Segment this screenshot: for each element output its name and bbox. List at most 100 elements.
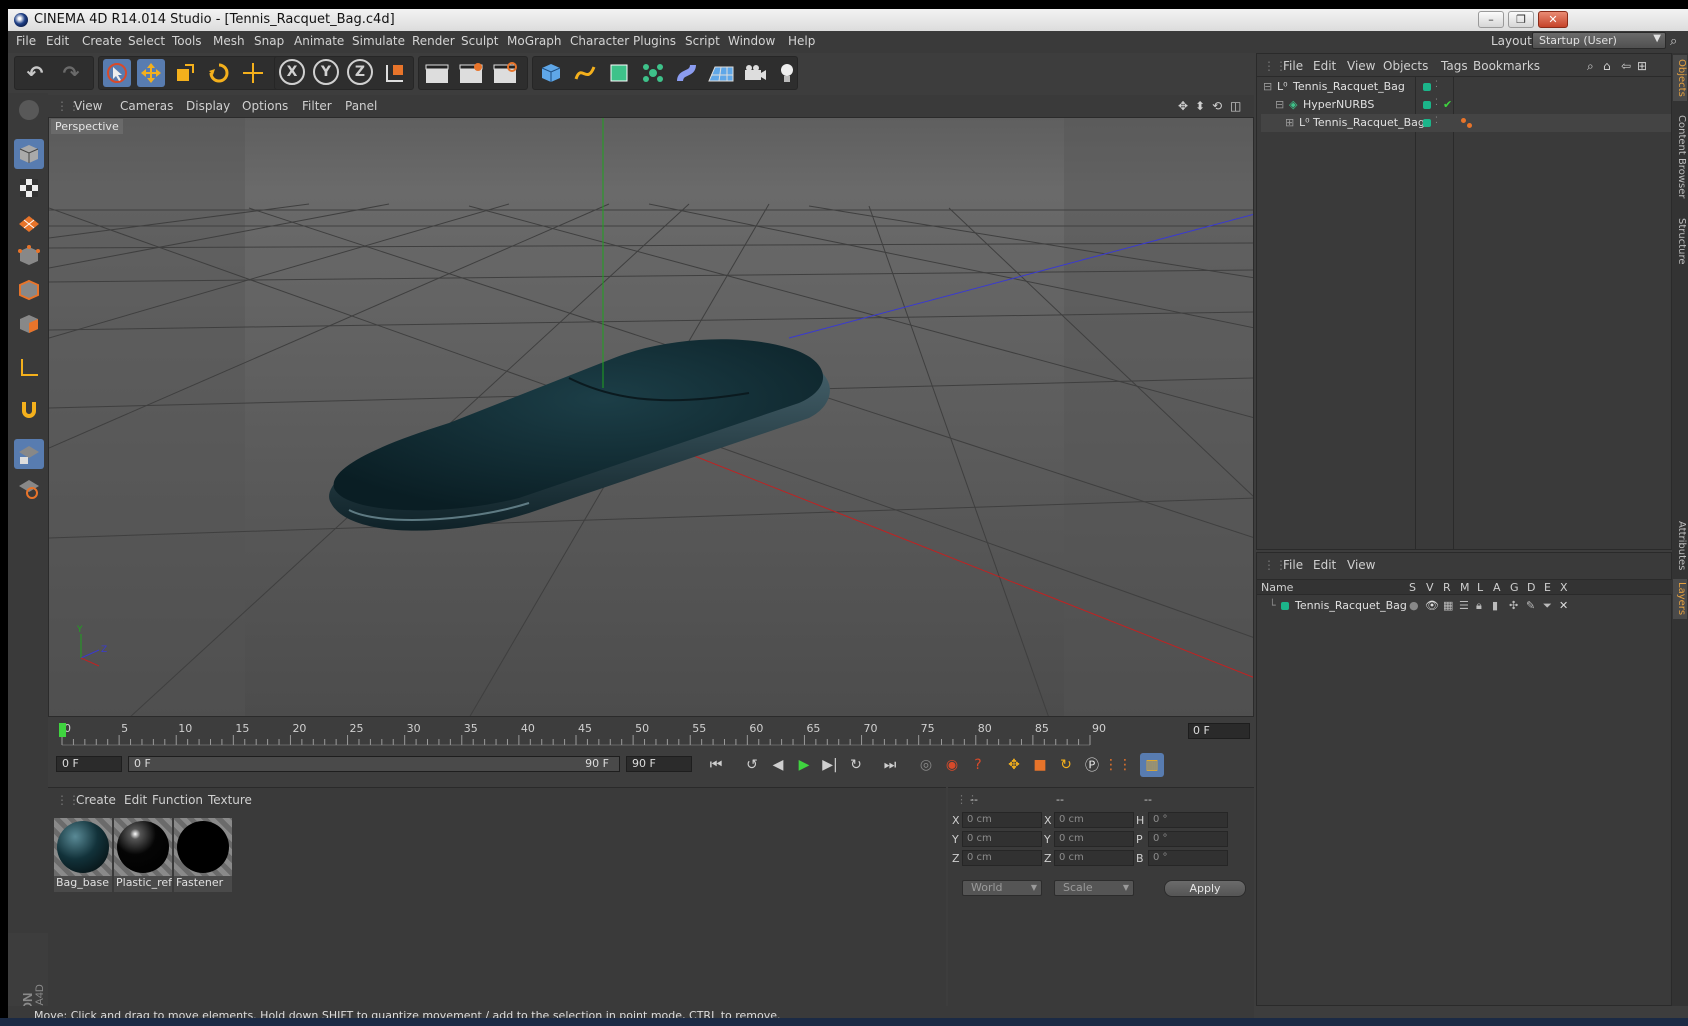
restore-button[interactable]: ❐ (1508, 11, 1534, 28)
object-menu-bookmarks[interactable]: Bookmarks (1473, 59, 1540, 73)
viewport-menu-display[interactable]: Display (186, 99, 230, 113)
go-to-start-button[interactable]: ⏮ (704, 753, 728, 777)
render-picture-viewer-button[interactable] (457, 59, 485, 87)
pos-z-field[interactable]: 0 cm (962, 850, 1042, 866)
timeline-ruler[interactable]: 0 5 10 15 20 25 30 35 40 45 50 55 60 65 70 75 80 85 90 0 F (48, 721, 1254, 749)
visibility-dots-icon[interactable]: ⁚ (1435, 116, 1438, 126)
timeline-ticks[interactable]: 0 5 10 15 20 25 30 35 40 45 50 55 60 65 70 75 80 85 90 (56, 721, 1146, 749)
close-button[interactable]: ✕ (1538, 11, 1568, 28)
snap-button[interactable] (14, 395, 44, 425)
column-locked[interactable]: L (1477, 581, 1483, 594)
keyframe-selection-help-icon[interactable]: ? (966, 753, 990, 777)
render-view-button[interactable] (423, 59, 451, 87)
material-menu-function[interactable]: Function (152, 793, 203, 807)
object-row-bag-mesh[interactable]: ⊞ L⁰ Tennis_Racquet_Bag ⁚ (1261, 114, 1671, 132)
menu-file[interactable]: File (16, 34, 36, 48)
scale-tool[interactable] (171, 59, 199, 87)
axis-mode-button[interactable] (14, 353, 44, 383)
column-view[interactable]: V (1426, 581, 1434, 594)
end-frame-field[interactable]: 90 F (626, 756, 692, 772)
viewport-menu-options[interactable]: Options (242, 99, 288, 113)
menu-select[interactable]: Select (128, 34, 165, 48)
tab-structure[interactable]: Structure (1673, 213, 1687, 269)
menu-create[interactable]: Create (82, 34, 122, 48)
menu-snap[interactable]: Snap (254, 34, 284, 48)
points-mode-button[interactable] (14, 241, 44, 271)
menu-script[interactable]: Script (685, 34, 720, 48)
current-frame-field[interactable]: 0 F (1188, 723, 1250, 739)
preview-range-slider[interactable]: 0 F 90 F (128, 756, 620, 772)
undo-button[interactable]: ↶ (21, 59, 49, 87)
go-to-end-button[interactable]: ⏭ (878, 753, 902, 777)
cube-object-button[interactable] (537, 59, 565, 87)
apply-button[interactable]: Apply (1164, 880, 1246, 897)
layout-dropdown[interactable]: Startup (User) ▼ (1532, 32, 1666, 49)
menu-help[interactable]: Help (788, 34, 815, 48)
layer-menu-file[interactable]: File (1283, 558, 1303, 572)
expression-icon[interactable]: ⏷ (1543, 599, 1552, 613)
start-frame-field[interactable]: 0 F (56, 756, 122, 772)
key-rotation-button[interactable]: ↻ (1054, 753, 1078, 777)
menu-sculpt[interactable]: Sculpt (461, 34, 498, 48)
coordinate-mode-dropdown[interactable]: World ▼ (962, 880, 1042, 896)
material-bag-base[interactable]: Bag_base (54, 818, 112, 892)
key-parameter-button[interactable]: Ⓟ (1080, 753, 1104, 777)
material-menu-texture[interactable]: Texture (208, 793, 252, 807)
nurbs-button[interactable] (605, 59, 633, 87)
render-icon[interactable]: ▦ (1443, 599, 1453, 612)
menu-character[interactable]: Character (570, 34, 629, 48)
size-y-field[interactable]: 0 cm (1054, 831, 1134, 847)
material-tag-icon[interactable] (1467, 123, 1472, 128)
column-deformers[interactable]: D (1527, 581, 1535, 594)
layer-row[interactable]: └ Tennis_Racquet_Bag ● 👁 ▦ ☰ 🔒︎ ▮ ✣ ✎ ⏷ … (1261, 597, 1671, 615)
polygons-mode-button[interactable] (14, 309, 44, 339)
model-mode-button[interactable] (14, 139, 44, 169)
material-menu-create[interactable]: Create (76, 793, 116, 807)
visibility-dots-icon[interactable]: ⁚ (1435, 80, 1438, 90)
search-icon[interactable]: ⌕ (1670, 34, 1677, 49)
viewport-menu-filter[interactable]: Filter (302, 99, 332, 113)
size-mode-dropdown[interactable]: Scale ▼ (1054, 880, 1134, 896)
menu-plugins[interactable]: Plugins (633, 34, 676, 48)
column-name[interactable]: Name (1261, 581, 1293, 594)
viewport-menu-view[interactable]: View (74, 99, 102, 113)
enabled-check-icon[interactable]: ✔ (1443, 98, 1452, 111)
edges-mode-button[interactable] (14, 275, 44, 305)
previous-key-button[interactable]: ↺ (740, 753, 764, 777)
column-generators[interactable]: G (1510, 581, 1519, 594)
key-scale-button[interactable]: ■ (1028, 753, 1052, 777)
object-menu-view[interactable]: View (1347, 59, 1375, 73)
generator-icon[interactable]: ✣ (1509, 599, 1518, 612)
column-solo[interactable]: S (1409, 581, 1416, 594)
key-position-button[interactable]: ✥ (1002, 753, 1026, 777)
xref-icon[interactable]: ✕ (1559, 599, 1568, 612)
search-icon[interactable]: ⌕ (1587, 59, 1594, 74)
menu-edit[interactable]: Edit (46, 34, 69, 48)
column-xrefs[interactable]: X (1560, 581, 1568, 594)
visibility-dots-icon[interactable]: ⁚ (1435, 98, 1438, 108)
light-button[interactable] (773, 59, 801, 87)
column-animation[interactable]: A (1493, 581, 1501, 594)
previous-frame-button[interactable]: ◀ (766, 753, 790, 777)
play-button[interactable]: ▶ (792, 753, 816, 777)
make-editable-button[interactable] (14, 95, 44, 125)
menu-mograph[interactable]: MoGraph (507, 34, 562, 48)
y-axis-lock-button[interactable]: Y (313, 59, 339, 85)
rot-h-field[interactable]: 0 ° (1148, 812, 1228, 828)
record-keyframes-button[interactable]: ◎ (914, 753, 938, 777)
tab-content-browser[interactable]: Content Browser (1673, 107, 1687, 207)
deformer-icon[interactable]: ✎ (1526, 599, 1535, 612)
floor-button[interactable] (707, 59, 735, 87)
spline-button[interactable] (571, 59, 599, 87)
redo-button[interactable]: ↷ (57, 59, 85, 87)
viewport-zoom-icon[interactable]: ⬍ (1195, 99, 1205, 113)
solo-dot-icon[interactable]: ● (1409, 599, 1419, 612)
live-selection-tool[interactable] (103, 59, 131, 87)
layer-menu-edit[interactable]: Edit (1313, 558, 1336, 572)
lock-icon[interactable]: 🔒︎ (1476, 599, 1482, 613)
object-menu-file[interactable]: File (1283, 59, 1303, 73)
material-fastener[interactable]: Fastener (174, 818, 232, 892)
coordinate-system-button[interactable] (381, 59, 409, 87)
menu-render[interactable]: Render (412, 34, 455, 48)
viewport-menu-cameras[interactable]: Cameras (120, 99, 173, 113)
